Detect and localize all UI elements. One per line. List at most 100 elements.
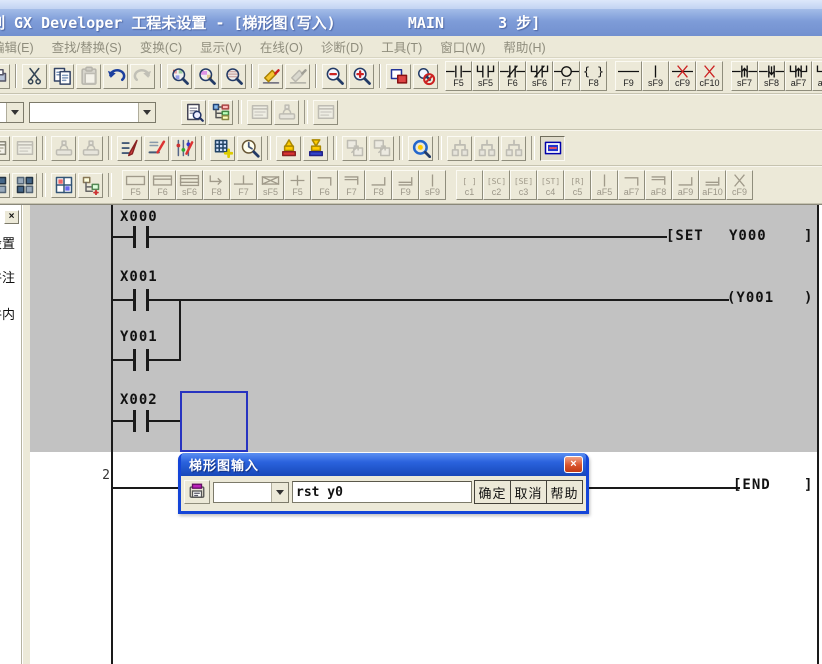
cancel-button[interactable]: 取消 bbox=[510, 480, 547, 504]
contact-y001-bar bbox=[133, 349, 136, 371]
mon_find-icon bbox=[411, 138, 431, 158]
help-button[interactable]: 帮助 bbox=[546, 480, 583, 504]
menu-item-0[interactable]: 编辑(E) bbox=[0, 37, 43, 56]
grid-display-button[interactable] bbox=[51, 173, 76, 198]
set-device-y000[interactable]: Y000 bbox=[729, 228, 767, 244]
device-select-dropdown[interactable] bbox=[29, 102, 156, 123]
device-label-x001[interactable]: X001 bbox=[120, 269, 158, 285]
redo-button bbox=[130, 64, 155, 89]
menu-item-8[interactable]: 帮助(H) bbox=[494, 37, 554, 56]
end-instruction[interactable]: [END bbox=[733, 477, 771, 493]
ladder-marker-button[interactable] bbox=[258, 64, 283, 89]
device-reset-button[interactable] bbox=[303, 136, 328, 161]
dialog-close-button[interactable]: × bbox=[564, 456, 583, 473]
delete-vertical-line-key-cF10[interactable]: cF10 bbox=[696, 61, 723, 91]
block-insert-button[interactable] bbox=[210, 136, 235, 161]
coil-close-bracket: ) bbox=[804, 290, 813, 306]
insert-mode-button[interactable] bbox=[540, 136, 565, 161]
display-off-button[interactable] bbox=[413, 64, 438, 89]
monitor-find-button[interactable] bbox=[408, 136, 433, 161]
pulse_up-symbol-icon bbox=[732, 65, 757, 78]
edit-cursor[interactable] bbox=[180, 391, 248, 452]
coil-key-F7[interactable]: F7 bbox=[553, 61, 580, 91]
time-find-button[interactable] bbox=[237, 136, 262, 161]
merge-down-button bbox=[474, 136, 499, 161]
rising-pulse-key-sF7[interactable]: sF7 bbox=[731, 61, 758, 91]
chevron-down-icon[interactable] bbox=[6, 103, 23, 122]
device-edit-button[interactable] bbox=[171, 136, 196, 161]
title-bar[interactable]: 列 GX Developer 工程未设置 - [梯形图(写入) MAIN 3 步… bbox=[0, 9, 822, 36]
block-list-button[interactable] bbox=[0, 173, 10, 198]
menu-item-6[interactable]: 工具(T) bbox=[372, 37, 431, 56]
line-edit-button[interactable] bbox=[144, 136, 169, 161]
ok-button[interactable]: 确定 bbox=[474, 480, 511, 504]
program-blocks-button[interactable] bbox=[12, 173, 37, 198]
set-instruction[interactable]: [SET bbox=[666, 228, 704, 244]
parallel-rising-pulse-key-aF7[interactable]: aF7 bbox=[785, 61, 812, 91]
marker-icon bbox=[261, 66, 281, 86]
device-set-button[interactable] bbox=[276, 136, 301, 161]
parallel-falling-pulse-key-aF8[interactable]: aF8 bbox=[812, 61, 822, 91]
sfc-vline-key-aF5: aF5 bbox=[591, 170, 618, 200]
copy-button[interactable] bbox=[49, 64, 74, 89]
undo-button[interactable] bbox=[103, 64, 128, 89]
find-device-button[interactable] bbox=[167, 64, 192, 89]
menu-item-4[interactable]: 在线(O) bbox=[251, 37, 312, 56]
menu-item-2[interactable]: 变换(C) bbox=[131, 37, 191, 56]
falling-pulse-key-sF8[interactable]: sF8 bbox=[758, 61, 785, 91]
crn1-symbol-icon bbox=[312, 174, 337, 187]
ladder-editor[interactable]: X000 [SET Y000 ] X001 (Y001 ) Y001 X0 bbox=[30, 205, 822, 664]
window-next-button bbox=[369, 136, 394, 161]
open-contact-key-F5[interactable]: F5 bbox=[445, 61, 472, 91]
device-label-x000[interactable]: X000 bbox=[120, 209, 158, 225]
comment-display-button[interactable] bbox=[208, 100, 233, 125]
right-power-rail bbox=[817, 205, 819, 664]
application-instruction-key-F8[interactable]: { }F8 bbox=[580, 61, 607, 91]
svg-text:{ }: { } bbox=[583, 65, 604, 78]
contact-x002-bar bbox=[133, 410, 136, 432]
tree-add-button[interactable] bbox=[78, 173, 103, 198]
horizontal-line-key-F9[interactable]: F9 bbox=[615, 61, 642, 91]
chevron-down-icon[interactable] bbox=[138, 103, 155, 122]
sfc-delete-key-cF9: cF9 bbox=[726, 170, 753, 200]
tree-item-project[interactable]: 设置 bbox=[0, 233, 22, 252]
circuit-edit-button[interactable] bbox=[117, 136, 142, 161]
instruction-input[interactable] bbox=[292, 481, 472, 503]
find-instruction-button[interactable] bbox=[194, 64, 219, 89]
tree-item-device-memory[interactable]: 件内 bbox=[0, 304, 22, 323]
edge-tool-button[interactable] bbox=[0, 136, 10, 161]
symbol-type-dropdown[interactable] bbox=[213, 482, 289, 503]
crn3-symbol-icon bbox=[366, 174, 391, 187]
sfc-r-key-c5: [R]c5 bbox=[564, 170, 591, 200]
zoom-in-button[interactable] bbox=[349, 64, 374, 89]
parallel-closed-contact-key-sF6[interactable]: sF6 bbox=[526, 61, 553, 91]
menu-item-5[interactable]: 诊断(D) bbox=[312, 37, 372, 56]
box_h-symbol-icon bbox=[150, 174, 175, 187]
toolbar-separator bbox=[531, 136, 535, 160]
device-find-button[interactable] bbox=[181, 100, 206, 125]
device-label-y001[interactable]: Y001 bbox=[120, 329, 158, 345]
phoneg-icon bbox=[54, 138, 74, 158]
delete-horizontal-line-key-cF9[interactable]: cF9 bbox=[669, 61, 696, 91]
coil-y001[interactable]: (Y001 bbox=[727, 290, 774, 306]
parallel-open-contact-key-sF5[interactable]: sF5 bbox=[472, 61, 499, 91]
menu-item-1[interactable]: 查找/替换(S) bbox=[43, 37, 131, 56]
zoom-out-button[interactable] bbox=[322, 64, 347, 89]
closed-contact-key-F6[interactable]: F6 bbox=[499, 61, 526, 91]
brk-symbol-icon: [SC] bbox=[484, 174, 509, 187]
tree-item-device-comment[interactable]: 件注 bbox=[0, 267, 22, 286]
menu-item-3[interactable]: 显示(V) bbox=[191, 37, 251, 56]
panel-close-button[interactable]: × bbox=[4, 210, 19, 224]
split-screen-button[interactable] bbox=[386, 64, 411, 89]
cut-button[interactable] bbox=[22, 64, 47, 89]
contact-x000-bar bbox=[133, 226, 136, 248]
vertical-line-key-sF9[interactable]: sF9 bbox=[642, 61, 669, 91]
printer-button[interactable] bbox=[0, 64, 10, 89]
find-step-button[interactable] bbox=[221, 64, 246, 89]
chevron-down-icon[interactable] bbox=[271, 483, 288, 502]
device-label-x002[interactable]: X002 bbox=[120, 392, 158, 408]
program-select-dropdown[interactable] bbox=[0, 102, 24, 123]
menu-item-7[interactable]: 窗口(W) bbox=[431, 37, 494, 56]
instruction-list-icon-button[interactable] bbox=[184, 480, 210, 504]
dialog-title-bar[interactable]: 梯形图输入 × bbox=[181, 453, 586, 476]
